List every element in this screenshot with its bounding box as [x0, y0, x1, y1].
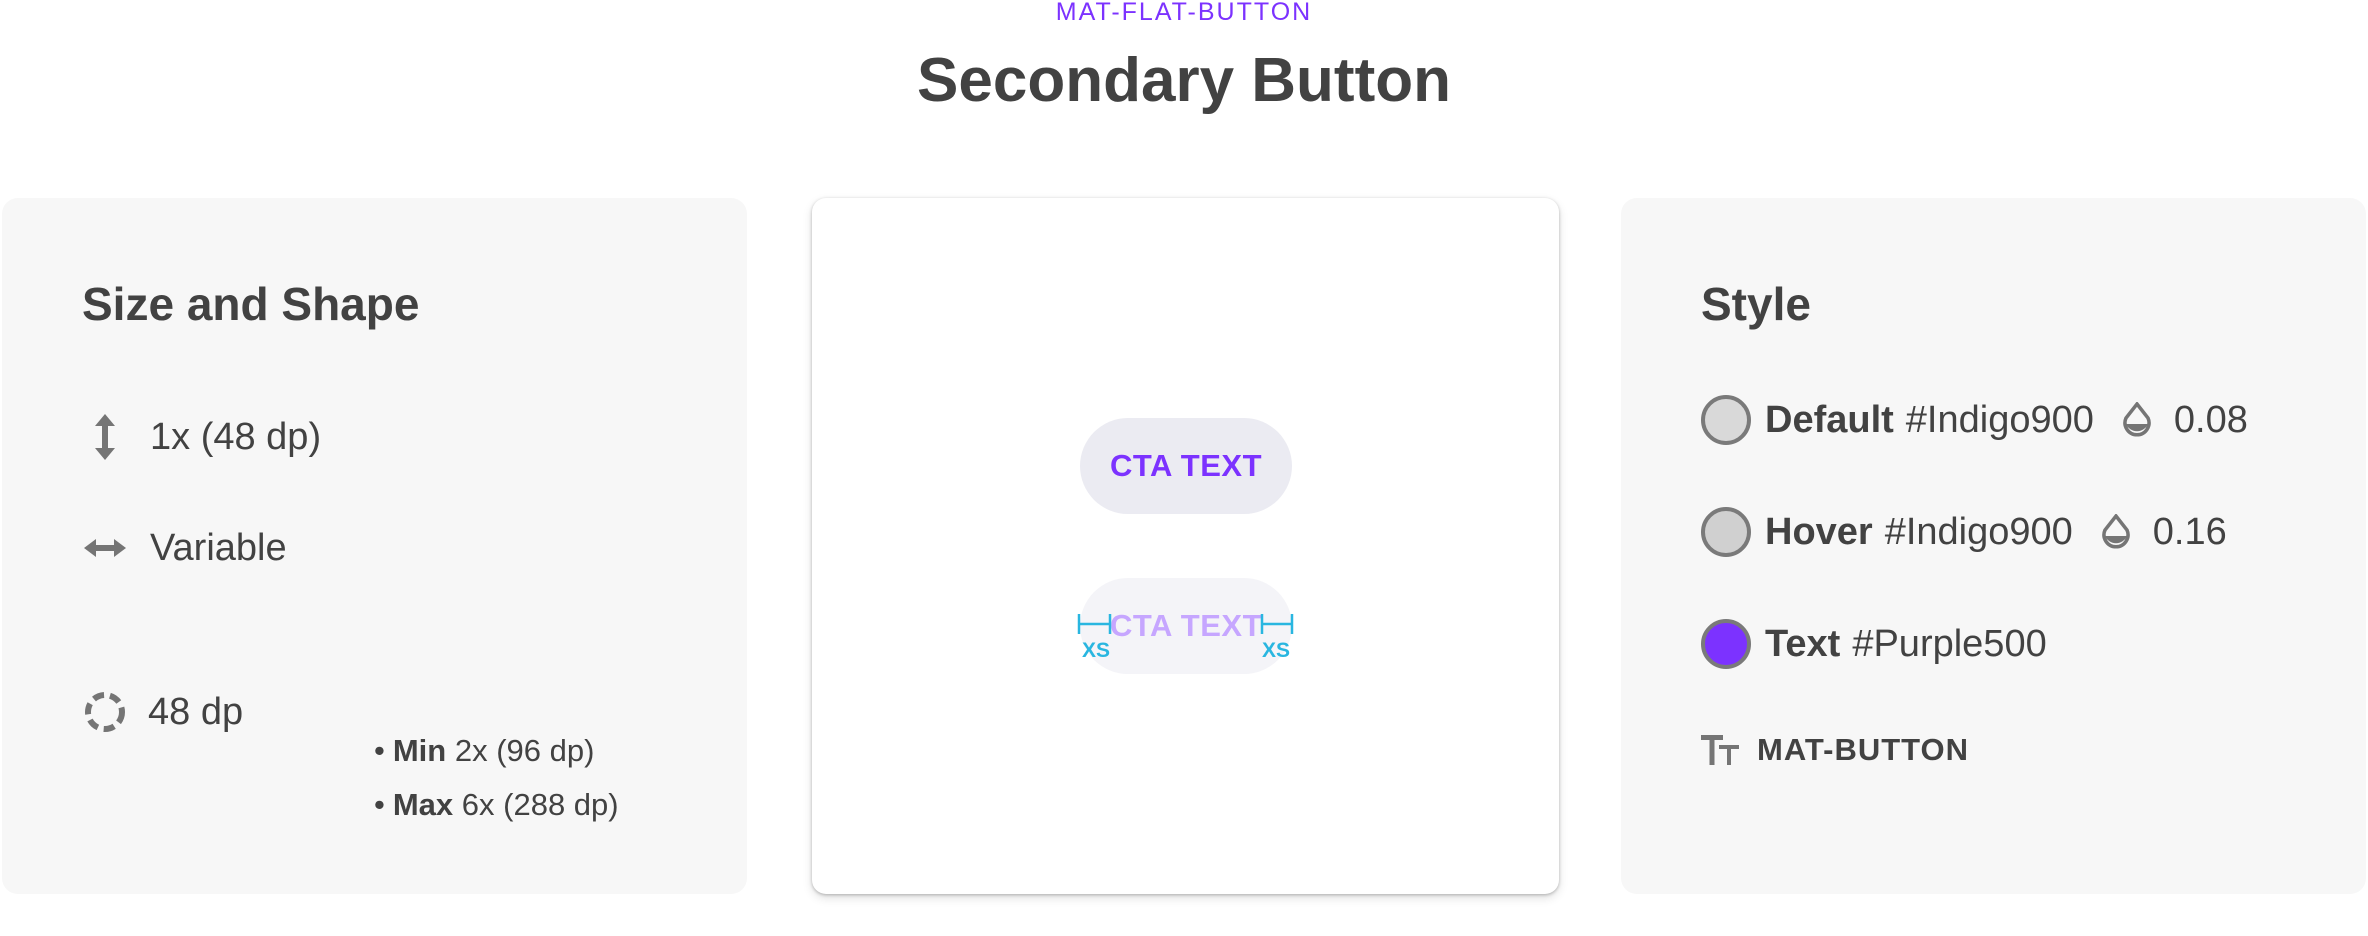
component-overline: MAT-FLAT-BUTTON: [1055, 0, 1313, 26]
min-width-value: 2x (96 dp): [454, 733, 595, 768]
padding-right-label: XS: [1262, 639, 1291, 662]
typography-style: MAT-BUTTON: [1757, 732, 1970, 767]
style-title: Style: [1701, 278, 1811, 330]
vertical-arrows-icon: [82, 414, 128, 460]
padding-left-label: XS: [1082, 639, 1111, 662]
opacity-drop-icon: [2122, 402, 2152, 438]
radius-row: 48 dp: [82, 690, 243, 734]
horizontal-arrows-icon: [82, 538, 128, 558]
default-color: #Indigo900: [1905, 398, 2094, 441]
style-text-row: Text #Purple500: [1701, 619, 2047, 669]
preview-card: [812, 198, 1559, 894]
cta-button[interactable]: CTA TEXT: [1080, 418, 1292, 514]
spacing-markers: [1077, 614, 1294, 634]
default-opacity: 0.08: [2173, 398, 2248, 441]
hover-color: #Indigo900: [1884, 510, 2073, 553]
width-row: Variable: [82, 526, 287, 570]
default-label: Default: [1765, 398, 1894, 441]
text-label: Text: [1765, 622, 1841, 665]
text-color: #Purple500: [1852, 622, 2047, 665]
max-width-item: • Max 6x (288 dp): [374, 787, 619, 822]
style-typography-row: MAT-BUTTON: [1701, 732, 1969, 768]
hover-label: Hover: [1765, 510, 1873, 553]
dashed-circle-icon: [82, 690, 128, 734]
width-value: Variable: [150, 527, 287, 569]
width-limits-list: • Min 2x (96 dp) • Max 6x (288 dp): [374, 724, 619, 832]
size-shape-title: Size and Shape: [82, 278, 420, 330]
hover-opacity: 0.16: [2152, 510, 2227, 553]
min-width-item: • Min 2x (96 dp): [374, 733, 595, 768]
hover-color-swatch: [1701, 507, 1751, 557]
page-title: Secondary Button: [917, 46, 1451, 115]
min-width-label: Min: [392, 733, 447, 768]
max-width-label: Max: [392, 787, 454, 822]
radius-value: 48 dp: [148, 691, 244, 733]
height-value: 1x (48 dp): [150, 416, 322, 458]
style-hover-row: Hover #Indigo900 0.16: [1701, 507, 2227, 557]
size-shape-card: Size and Shape 1x (48 dp) Variable • Min …: [2, 198, 747, 894]
text-size-icon: [1701, 733, 1741, 767]
default-color-swatch: [1701, 395, 1751, 445]
text-color-swatch: [1701, 619, 1751, 669]
style-card: Style Default #Indigo900 0.08 Hover #Ind…: [1621, 198, 2366, 894]
style-default-row: Default #Indigo900 0.08: [1701, 395, 2248, 445]
max-width-value: 6x (288 dp): [461, 787, 619, 822]
opacity-drop-icon: [2101, 514, 2131, 550]
height-row: 1x (48 dp): [82, 414, 321, 460]
